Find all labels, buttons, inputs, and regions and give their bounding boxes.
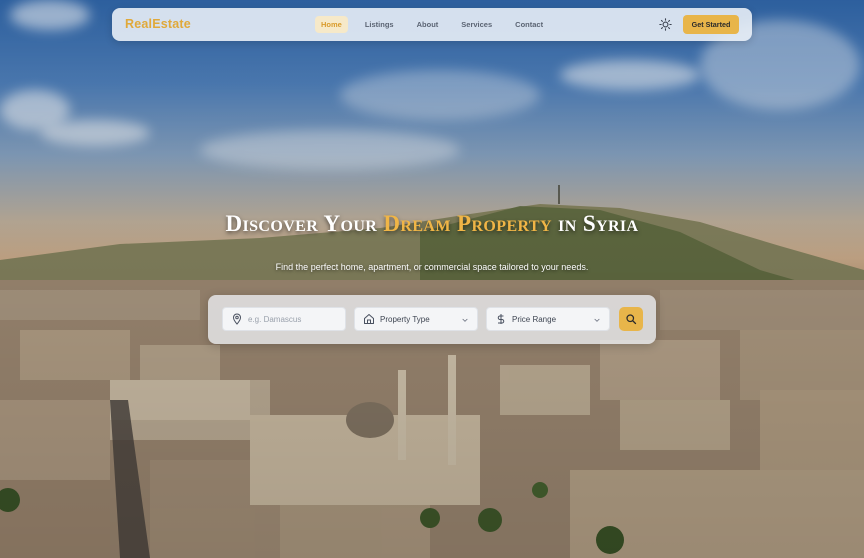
- search-icon: [626, 314, 637, 325]
- logo[interactable]: RealEstate: [125, 17, 191, 31]
- location-input[interactable]: [248, 314, 338, 324]
- price-range-label: Price Range: [512, 314, 557, 324]
- overlay: [0, 0, 864, 558]
- search-panel: Property Type Price Range: [208, 295, 656, 344]
- nav-link-contact[interactable]: Contact: [509, 16, 549, 33]
- property-type-label: Property Type: [380, 314, 430, 324]
- nav-link-services[interactable]: Services: [455, 16, 498, 33]
- hero-title-accent: Dream Property: [383, 211, 552, 236]
- hero-title-part1: Discover Your: [225, 211, 384, 236]
- hero-title-part2: in Syria: [551, 211, 639, 236]
- hero-title: Discover Your Dream Property in Syria: [0, 211, 864, 237]
- nav-link-about[interactable]: About: [411, 16, 445, 33]
- chevron-down-icon: [594, 318, 600, 322]
- get-started-button[interactable]: Get Started: [683, 15, 739, 34]
- home-icon: [364, 314, 374, 324]
- map-pin-icon: [232, 313, 242, 325]
- property-type-select[interactable]: Property Type: [354, 307, 478, 331]
- location-field[interactable]: [222, 307, 346, 331]
- hero-background: [0, 0, 864, 558]
- chevron-down-icon: [462, 318, 468, 322]
- nav-link-listings[interactable]: Listings: [359, 16, 400, 33]
- nav-link-home[interactable]: Home: [315, 16, 348, 33]
- nav-links: Home Listings About Services Contact: [315, 16, 560, 33]
- sun-icon[interactable]: [659, 18, 672, 31]
- navbar: RealEstate Home Listings About Services …: [112, 8, 752, 41]
- price-range-select[interactable]: Price Range: [486, 307, 610, 331]
- hero-subtitle: Find the perfect home, apartment, or com…: [275, 262, 589, 272]
- search-button[interactable]: [619, 307, 643, 331]
- dollar-icon: [497, 314, 505, 324]
